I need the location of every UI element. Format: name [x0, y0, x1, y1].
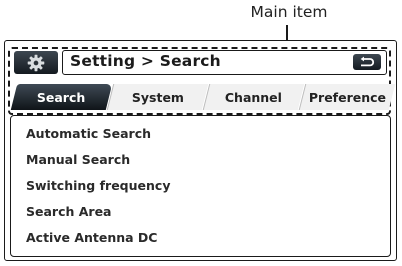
tab-preference[interactable]: Preference	[298, 84, 396, 110]
tab-label: Preference	[308, 89, 387, 105]
return-arrow-icon	[360, 56, 375, 67]
tab-label: System	[131, 89, 185, 105]
menu-item-switching-frequency[interactable]: Switching frequency	[26, 178, 170, 193]
callout-label: Main item	[250, 3, 328, 21]
tab-label: Channel	[225, 89, 283, 105]
tab-channel[interactable]: Channel	[202, 84, 305, 110]
tab-label: Search	[37, 89, 86, 105]
breadcrumb-bar: Setting > Search	[62, 50, 387, 75]
tab-search[interactable]: Search	[10, 84, 113, 110]
menu-item-manual-search[interactable]: Manual Search	[26, 152, 130, 167]
back-button[interactable]	[353, 54, 381, 70]
gear-icon	[27, 54, 45, 71]
breadcrumb: Setting > Search	[70, 52, 221, 70]
menu-item-active-antenna-dc[interactable]: Active Antenna DC	[26, 230, 157, 245]
settings-button[interactable]	[14, 51, 58, 74]
tab-bar: Search System Channel Preference	[10, 84, 396, 110]
menu-item-automatic-search[interactable]: Automatic Search	[26, 126, 151, 141]
tab-system[interactable]: System	[106, 84, 209, 110]
menu-item-search-area[interactable]: Search Area	[26, 204, 112, 219]
